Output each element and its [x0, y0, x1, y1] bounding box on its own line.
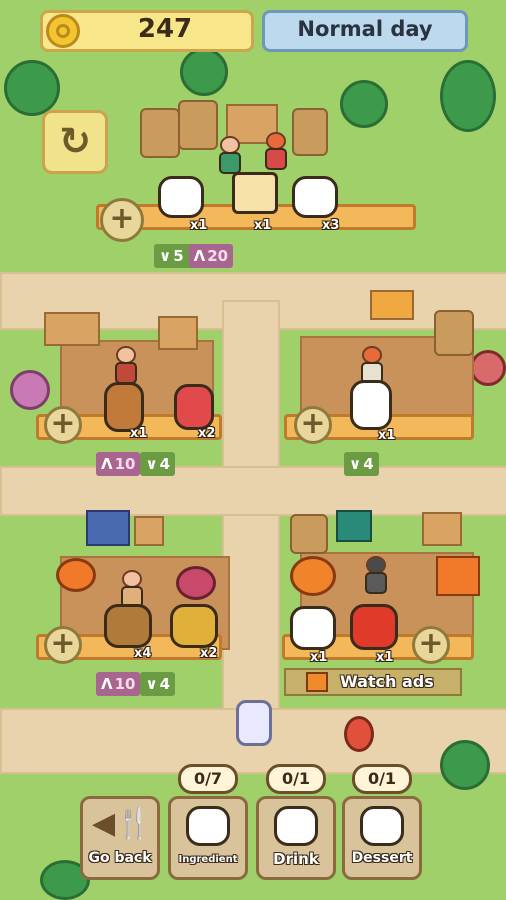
item-qty: x4 — [134, 646, 152, 661]
requirement-green: ∨ 4 — [140, 452, 176, 476]
beet-pile — [176, 566, 216, 600]
add-item-button[interactable]: + — [44, 406, 82, 444]
ingredient-count: 0/7 — [178, 764, 238, 794]
tree — [340, 80, 388, 128]
requirement-green: ∨ 4 — [344, 452, 379, 476]
barrel — [434, 310, 474, 356]
item-qty: x2 — [200, 646, 218, 661]
day-status-label: Normal day — [297, 17, 433, 41]
refresh-icon: ↻ — [59, 119, 91, 163]
coin-amount: 247 — [137, 14, 193, 44]
add-item-button[interactable]: + — [44, 626, 82, 664]
cat-character — [236, 700, 272, 746]
shopkeeper-npc — [362, 556, 390, 596]
requirement-purple: Λ 20 — [188, 244, 234, 268]
tea-cup-icon[interactable] — [292, 176, 338, 218]
add-item-button[interactable]: + — [100, 198, 144, 242]
coffee-bowl-icon[interactable] — [290, 606, 336, 650]
ingredient-label: Ingredient — [178, 854, 238, 865]
item-qty: x2 — [198, 426, 216, 441]
wandering-npc — [344, 716, 374, 752]
video-play-icon — [306, 672, 328, 692]
egg-icon[interactable] — [158, 176, 204, 218]
flower-bush — [470, 350, 506, 386]
carrot-crate — [436, 556, 480, 596]
tree — [440, 60, 496, 132]
crate — [422, 512, 462, 546]
requirement-purple: Λ 10 — [96, 452, 141, 476]
ingredient-slot-icon — [186, 806, 230, 846]
requirement-purple: Λ 10 — [96, 672, 141, 696]
tree — [4, 60, 60, 116]
tree — [180, 48, 228, 96]
flower-bush — [10, 370, 50, 410]
shopkeeper-npc — [262, 132, 290, 172]
pumpkin-pile — [290, 556, 336, 596]
bread-crate — [370, 290, 414, 320]
item-qty: x1 — [254, 218, 272, 233]
crate — [158, 316, 198, 350]
go-back-label: Go back — [88, 850, 152, 866]
add-item-button[interactable]: + — [294, 406, 332, 444]
requirement-green: ∨ 4 — [140, 672, 176, 696]
dessert-label: Dessert — [351, 850, 413, 866]
drink-count: 0/1 — [266, 764, 326, 794]
jam-jar-icon[interactable] — [174, 384, 214, 430]
candy-cane-icon[interactable] — [350, 380, 392, 430]
dessert-count: 0/1 — [352, 764, 412, 794]
dirt-path — [0, 466, 506, 516]
tree — [440, 740, 490, 790]
item-qty: x1 — [376, 650, 394, 665]
item-qty: x1 — [130, 426, 148, 441]
carrot-pile — [56, 558, 96, 592]
nut-icon[interactable] — [104, 604, 152, 648]
top-stall-requirements: ∨12 ∨5 Λ20 — [154, 244, 234, 268]
barrel — [290, 514, 328, 554]
cheese-wedge-icon[interactable] — [232, 172, 278, 214]
barrel — [140, 108, 180, 158]
requirement-green: ∨ 5 — [154, 244, 189, 268]
add-item-button[interactable]: + — [412, 626, 450, 664]
cutlery-back-icon: ◀🍴 — [92, 806, 153, 841]
item-qty: x3 — [322, 218, 340, 233]
shopkeeper-npc — [112, 346, 140, 386]
right-stall-requirements: ∨ 4 — [344, 452, 379, 476]
crate — [44, 312, 100, 346]
left-stall-requirements: Λ 10 ∨ 4 — [96, 452, 176, 476]
potato-icon[interactable] — [170, 604, 218, 648]
crate — [134, 516, 164, 546]
bottom-left-stall-requirements: Λ 10 ∨ 4 — [96, 672, 176, 696]
drink-slot-icon — [274, 806, 318, 846]
dessert-slot-icon — [360, 806, 404, 846]
customer-npc — [216, 136, 244, 176]
tomato-icon[interactable] — [350, 604, 398, 650]
item-qty: x1 — [378, 428, 396, 443]
berry-crate — [86, 510, 130, 546]
watch-ads-label: Watch ads — [340, 672, 434, 691]
bottle-icon[interactable] — [104, 382, 144, 432]
refresh-button[interactable]: ↻ — [42, 110, 108, 174]
barrel — [178, 100, 218, 150]
barrel — [292, 108, 328, 156]
drink-label: Drink — [273, 850, 319, 868]
item-qty: x1 — [310, 650, 328, 665]
coin-icon — [46, 14, 80, 48]
crate — [336, 510, 372, 542]
item-qty: x1 — [190, 218, 208, 233]
